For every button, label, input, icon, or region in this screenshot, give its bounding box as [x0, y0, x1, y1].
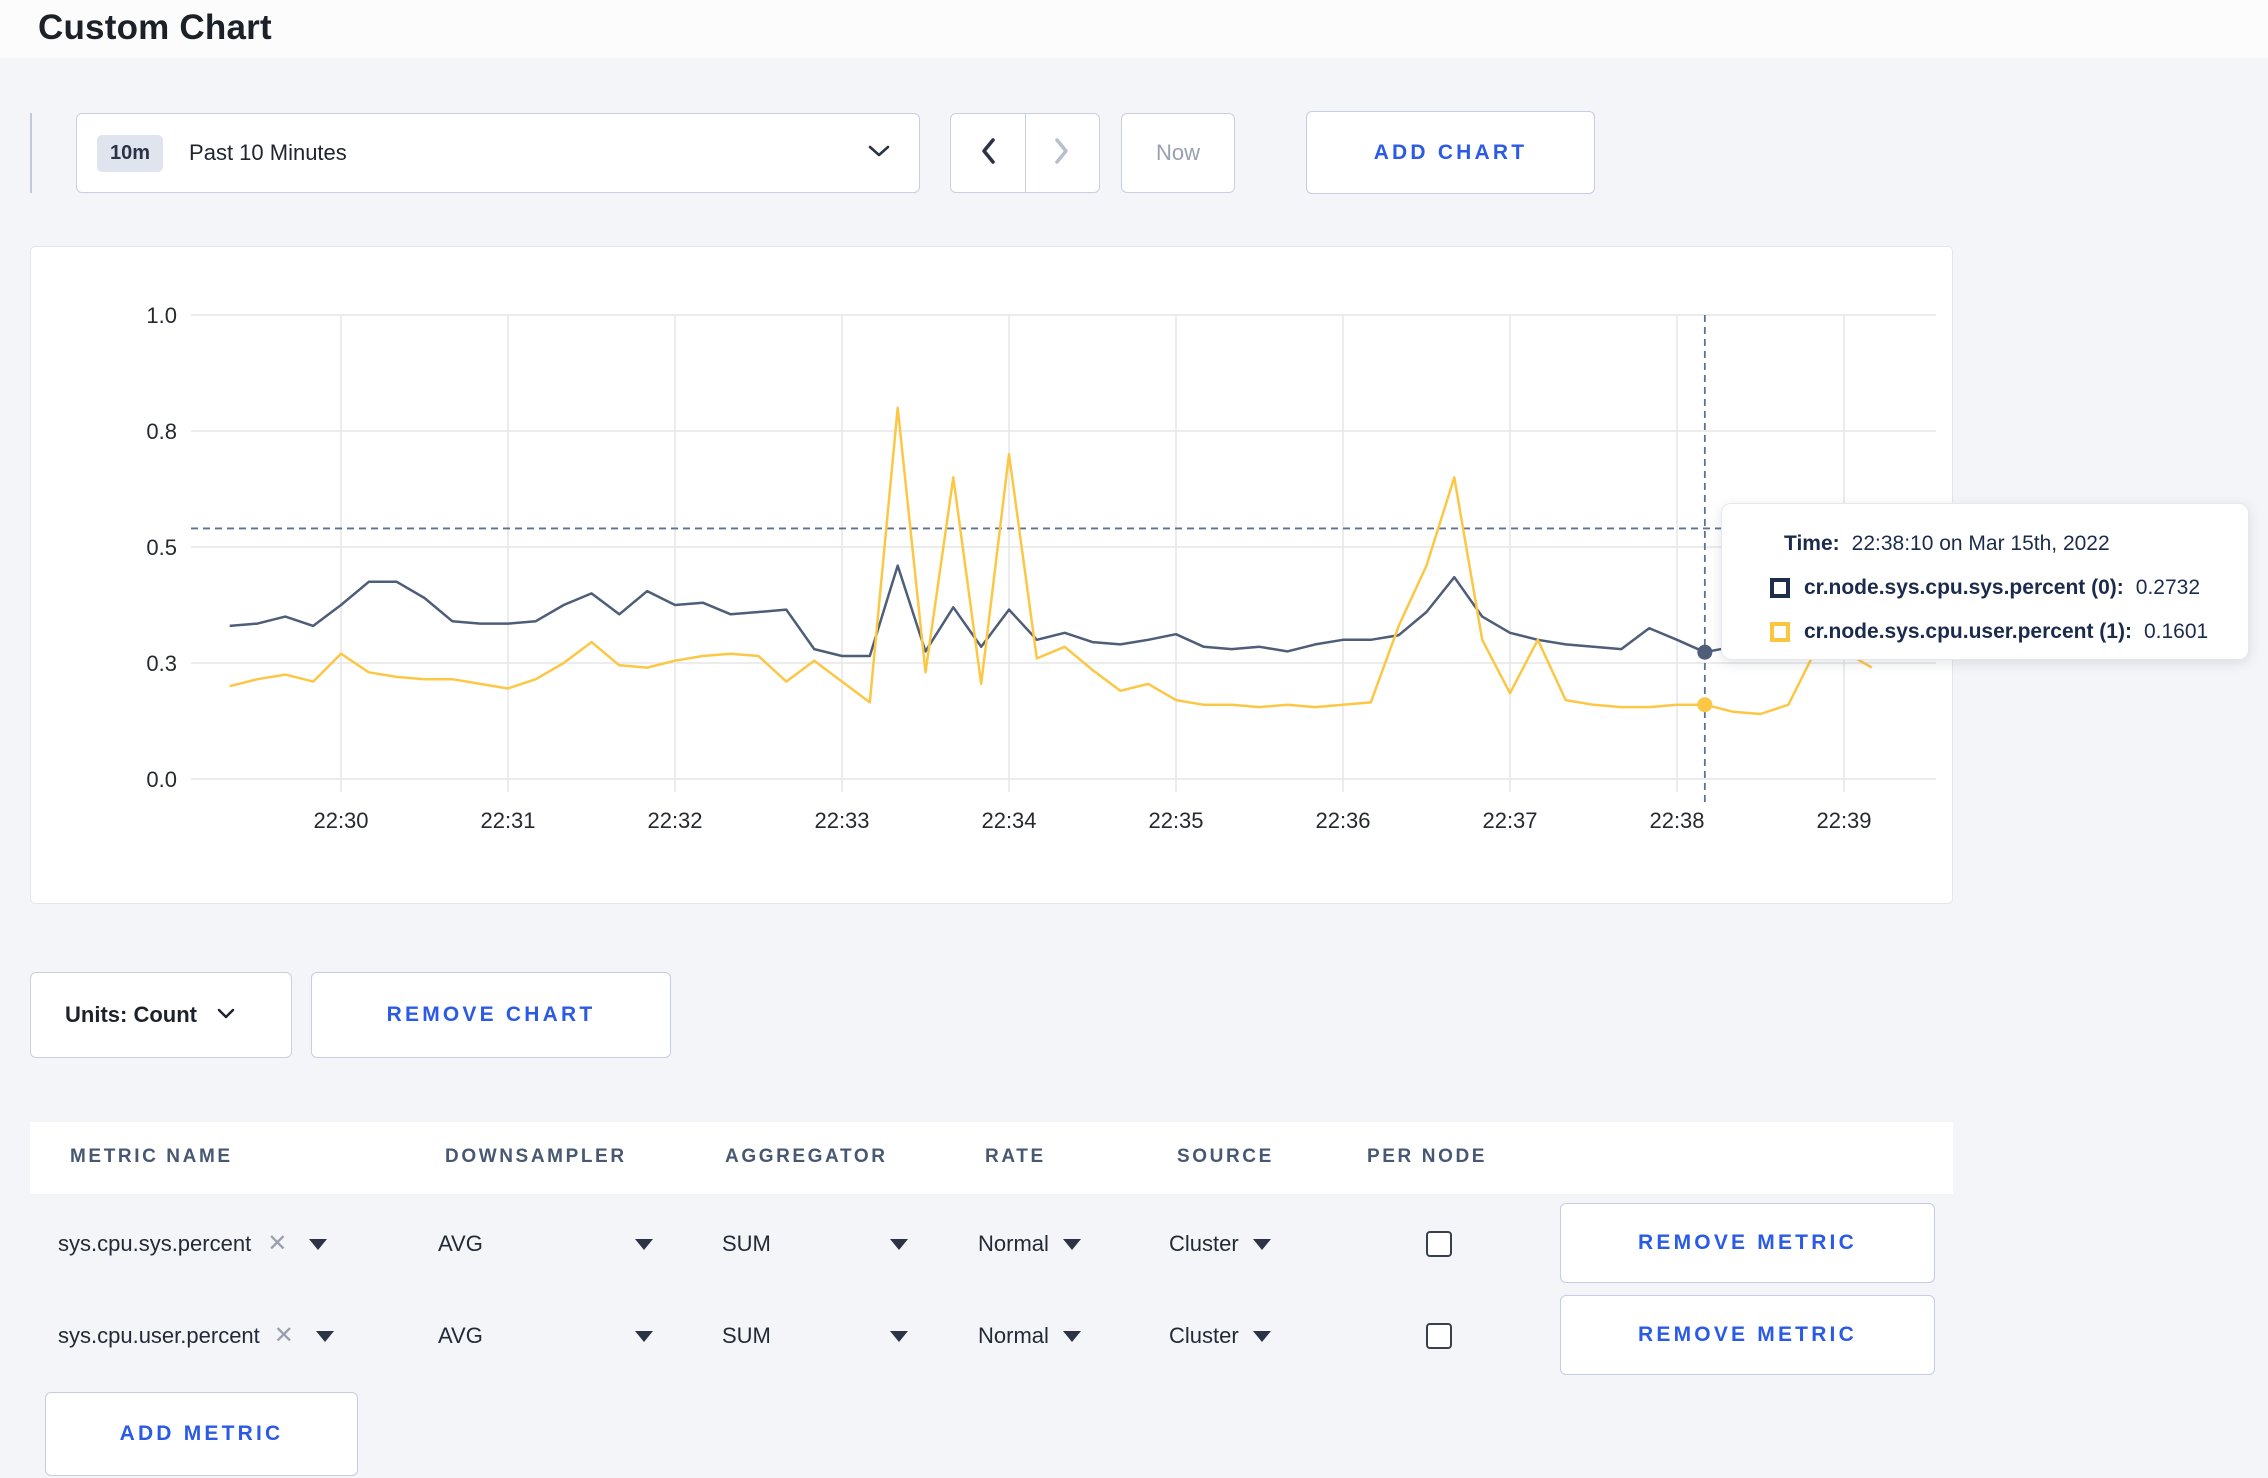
svg-text:22:34: 22:34 [981, 808, 1036, 833]
col-header-per-node: PER NODE [1367, 1146, 1488, 1167]
tooltip-time-label: Time: [1784, 532, 1840, 555]
header-band [0, 0, 2268, 58]
tooltip-series-label: cr.node.sys.cpu.sys.percent (0): [1804, 576, 2124, 599]
remove-metric-button[interactable]: REMOVE METRIC [1560, 1295, 1935, 1375]
svg-text:22:39: 22:39 [1816, 808, 1871, 833]
source-value: Cluster [1169, 1231, 1239, 1256]
add-metric-button[interactable]: ADD METRIC [45, 1392, 358, 1476]
rate-value: Normal [978, 1323, 1049, 1348]
svg-text:22:30: 22:30 [313, 808, 368, 833]
svg-text:22:38: 22:38 [1649, 808, 1704, 833]
downsampler-value: AVG [438, 1231, 483, 1256]
clear-metric-icon[interactable]: ✕ [267, 1232, 287, 1256]
svg-text:0.3: 0.3 [146, 651, 177, 676]
aggregator-select[interactable]: SUM [722, 1290, 908, 1382]
caret-down-icon [890, 1238, 908, 1250]
caret-down-icon [309, 1238, 328, 1250]
sys-series-legend-icon [1770, 578, 1790, 598]
downsampler-select[interactable]: AVG [438, 1290, 653, 1382]
svg-text:0.5: 0.5 [146, 535, 177, 560]
chevron-right-icon [1052, 136, 1072, 171]
chart-tooltip: Time: 22:38:10 on Mar 15th, 2022 cr.node… [1721, 503, 2249, 660]
tooltip-series-row: cr.node.sys.cpu.sys.percent (0): 0.2732 [1770, 573, 2248, 603]
caret-down-icon [315, 1330, 334, 1342]
svg-text:22:35: 22:35 [1148, 808, 1203, 833]
now-button[interactable]: Now [1121, 113, 1235, 193]
time-range-badge: 10m [97, 134, 164, 172]
metric-name-value: sys.cpu.user.percent [58, 1323, 260, 1348]
rate-value: Normal [978, 1231, 1049, 1256]
svg-text:0.8: 0.8 [146, 419, 177, 444]
clear-metric-icon[interactable]: ✕ [274, 1324, 294, 1348]
metric-name-select[interactable]: sys.cpu.user.percent ✕ [58, 1290, 334, 1382]
svg-text:22:33: 22:33 [814, 808, 869, 833]
time-range-label: Past 10 Minutes [189, 140, 347, 165]
aggregator-select[interactable]: SUM [722, 1198, 908, 1290]
chevron-down-icon [867, 144, 891, 163]
rate-select[interactable]: Normal [978, 1290, 1081, 1382]
units-select[interactable]: Units: Count [30, 972, 292, 1058]
metric-name-select[interactable]: sys.cpu.sys.percent ✕ [58, 1198, 328, 1290]
aggregator-value: SUM [722, 1323, 771, 1348]
tooltip-series-row: cr.node.sys.cpu.user.percent (1): 0.1601 [1770, 617, 2248, 647]
col-header-metric-name: METRIC NAME [70, 1146, 233, 1167]
tooltip-time-value: 22:38:10 on Mar 15th, 2022 [1851, 532, 2110, 555]
svg-text:22:37: 22:37 [1482, 808, 1537, 833]
caret-down-icon [1252, 1330, 1271, 1342]
rate-select[interactable]: Normal [978, 1198, 1081, 1290]
source-select[interactable]: Cluster [1169, 1198, 1271, 1290]
metric-name-value: sys.cpu.sys.percent [58, 1231, 252, 1256]
caret-down-icon [1062, 1330, 1081, 1342]
user-series-legend-icon [1770, 622, 1790, 642]
svg-text:22:31: 22:31 [480, 808, 535, 833]
aggregator-value: SUM [722, 1231, 771, 1256]
col-header-source: SOURCE [1177, 1146, 1274, 1167]
time-prev-button[interactable] [951, 114, 1026, 192]
col-header-rate: RATE [985, 1146, 1046, 1167]
metrics-table-header: METRIC NAME DOWNSAMPLER AGGREGATOR RATE … [30, 1122, 1953, 1194]
chart-card[interactable]: 0.0 0.3 0.5 0.8 1.0 22:30 22:31 22:32 22:33 22:34… [30, 246, 1953, 904]
source-value: Cluster [1169, 1323, 1239, 1348]
tooltip-series-value: 0.1601 [2143, 620, 2209, 643]
chevron-left-icon [978, 136, 998, 171]
svg-text:0.0: 0.0 [146, 767, 177, 792]
page-title: Custom Chart [38, 8, 272, 47]
downsampler-select[interactable]: AVG [438, 1198, 653, 1290]
col-header-aggregator: AGGREGATOR [725, 1146, 888, 1167]
svg-text:22:32: 22:32 [647, 808, 702, 833]
tooltip-time-row: Time: 22:38:10 on Mar 15th, 2022 [1770, 529, 2248, 559]
toolbar-divider [30, 113, 32, 193]
time-nav-group [950, 113, 1100, 193]
caret-down-icon [890, 1330, 908, 1342]
caret-down-icon [635, 1238, 653, 1250]
time-next-button[interactable] [1026, 114, 1100, 192]
add-chart-button[interactable]: ADD CHART [1306, 111, 1595, 194]
svg-text:1.0: 1.0 [146, 303, 177, 328]
metric-row: sys.cpu.sys.percent ✕ AVG SUM Normal Clu… [0, 1198, 2268, 1290]
timeseries-chart[interactable]: 0.0 0.3 0.5 0.8 1.0 22:30 22:31 22:32 22:33 22:34… [31, 247, 1954, 905]
caret-down-icon [1252, 1238, 1271, 1250]
units-label: Units: Count [65, 1002, 197, 1027]
remove-chart-button[interactable]: REMOVE CHART [311, 972, 671, 1058]
per-node-checkbox[interactable] [1426, 1231, 1452, 1257]
caret-down-icon [635, 1330, 653, 1342]
svg-text:22:36: 22:36 [1315, 808, 1370, 833]
metric-row: sys.cpu.user.percent ✕ AVG SUM Normal Cl… [0, 1290, 2268, 1382]
tooltip-series-value: 0.2732 [2135, 576, 2201, 599]
time-range-select[interactable]: 10m Past 10 Minutes [76, 113, 920, 193]
source-select[interactable]: Cluster [1169, 1290, 1271, 1382]
col-header-downsampler: DOWNSAMPLER [445, 1146, 627, 1167]
chevron-down-icon [217, 1006, 235, 1024]
tooltip-series-label: cr.node.sys.cpu.user.percent (1): [1804, 620, 2132, 643]
downsampler-value: AVG [438, 1323, 483, 1348]
caret-down-icon [1062, 1238, 1081, 1250]
per-node-checkbox[interactable] [1426, 1323, 1452, 1349]
remove-metric-button[interactable]: REMOVE METRIC [1560, 1203, 1935, 1283]
